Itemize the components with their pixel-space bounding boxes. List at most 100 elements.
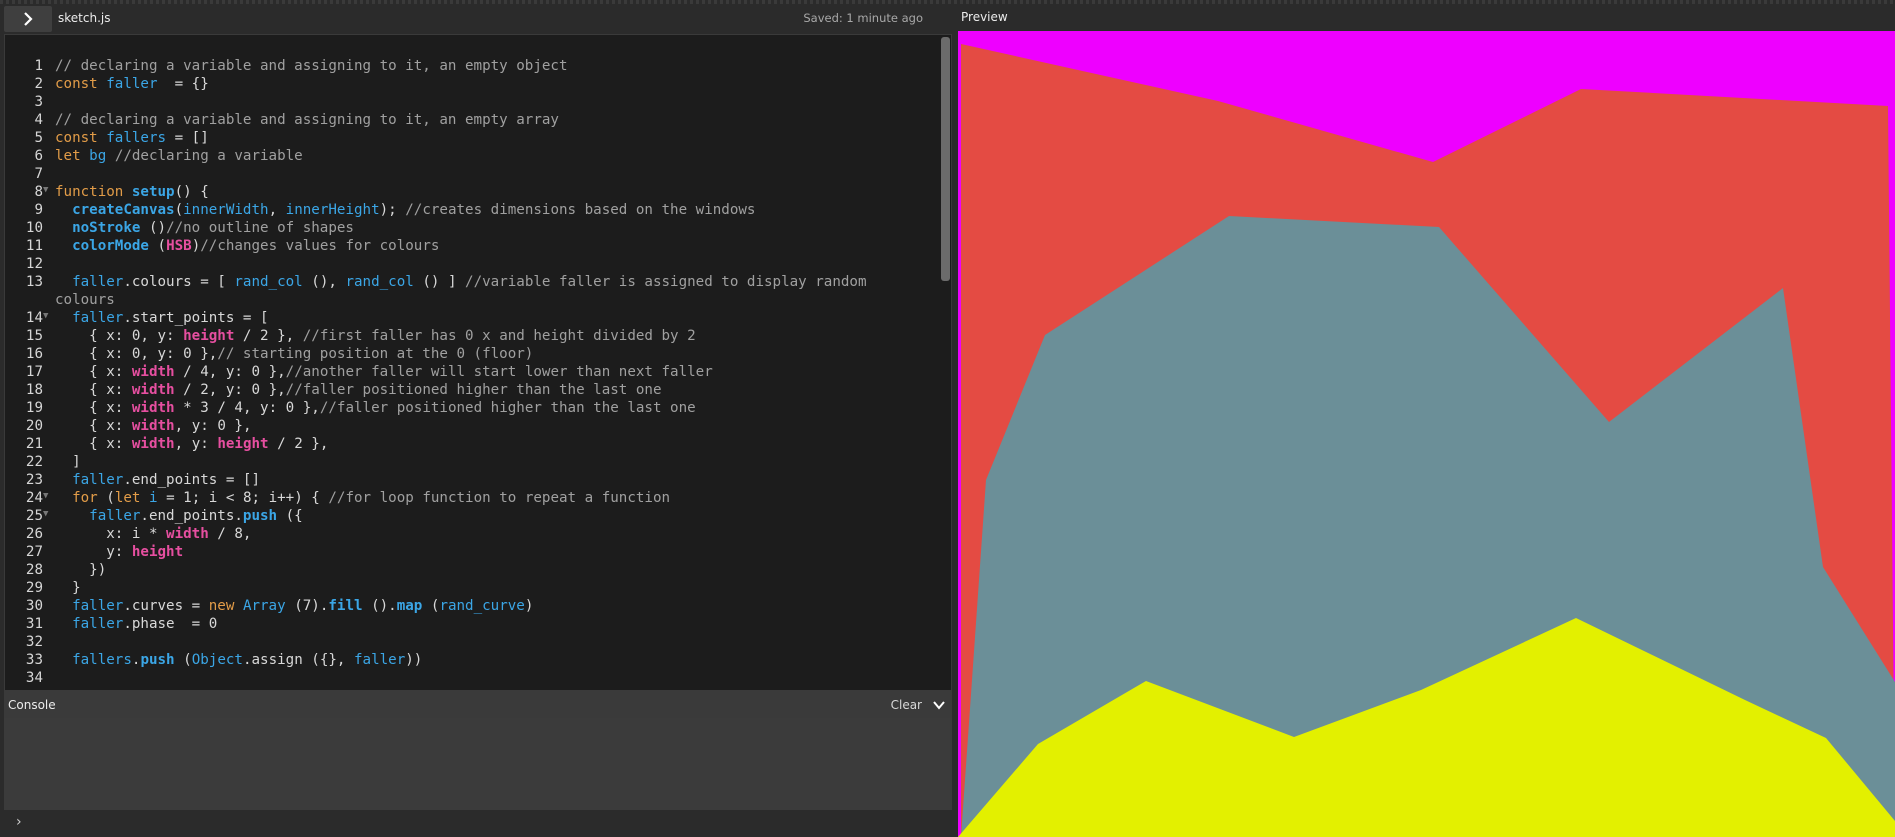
code-text: colorMode (HSB)//changes values for colo…: [72, 238, 440, 254]
code-text: const faller = {}: [55, 76, 209, 92]
code-line: 20 { x: width, y: 0 },: [5, 417, 935, 435]
code-line: 28 }): [5, 561, 935, 579]
code-line: 25 ▼ faller.end_points.push ({: [5, 507, 935, 525]
line-number: 5: [34, 130, 43, 146]
code-line: 26 x: i * width / 8,: [5, 525, 935, 543]
line-number: 24: [25, 490, 43, 506]
editor-scrollbar[interactable]: [941, 37, 950, 281]
code-text: ]: [55, 454, 81, 470]
line-number: 13: [25, 274, 43, 290]
code-text: }: [55, 580, 81, 596]
line-number: 21: [25, 436, 43, 452]
line-number: 14: [25, 310, 43, 326]
expand-sidebar-button[interactable]: [4, 6, 52, 32]
code-text: faller.colours = [ rand_col (), rand_col…: [55, 274, 876, 308]
line-number: 25: [25, 508, 43, 524]
line-number: 16: [25, 346, 43, 362]
line-number: 17: [25, 364, 43, 380]
code-text: x: i * width / 8,: [55, 526, 252, 542]
code-text: faller.end_points = []: [72, 472, 261, 488]
console-input-prompt[interactable]: ›: [16, 814, 22, 830]
code-editor[interactable]: 1 // declaring a variable and assigning t…: [4, 34, 952, 691]
code-line: 23 faller.end_points = []: [5, 471, 935, 489]
code-line: 1 // declaring a variable and assigning t…: [5, 57, 935, 75]
fold-arrow-icon[interactable]: ▼: [43, 489, 55, 507]
code-line: 30 faller.curves = new Array (7).fill ()…: [5, 597, 935, 615]
code-text: // declaring a variable and assigning to…: [55, 58, 568, 74]
code-text: }): [55, 562, 107, 578]
line-number: 31: [25, 616, 43, 632]
code-line: 29 }: [5, 579, 935, 597]
code-line: 18 { x: width / 2, y: 0 },//faller posit…: [5, 381, 935, 399]
line-number: 26: [25, 526, 43, 542]
fold-arrow-icon[interactable]: ▼: [43, 183, 55, 201]
code-line: 9 createCanvas(innerWidth, innerHeight);…: [5, 201, 935, 219]
code-text: function setup() {: [55, 184, 209, 200]
save-status: Saved: 1 minute ago: [803, 11, 923, 25]
line-number: 18: [25, 382, 43, 398]
fold-arrow-icon[interactable]: ▼: [43, 507, 55, 525]
line-number: 29: [25, 580, 43, 596]
code-line: 8 ▼ function setup() {: [5, 183, 935, 201]
code-line: 33 fallers.push (Object.assign ({}, fall…: [5, 651, 935, 669]
console-header: Console Clear: [4, 691, 952, 718]
code-text: faller.start_points = [: [72, 310, 269, 326]
code-line: 27 y: height: [5, 543, 935, 561]
code-text: { x: width, y: 0 },: [55, 418, 252, 434]
file-name[interactable]: sketch.js: [58, 11, 110, 25]
line-number: 19: [25, 400, 43, 416]
code-lines[interactable]: 1 // declaring a variable and assigning t…: [5, 57, 935, 687]
code-line: 24 ▼ for (let i = 1; i < 8; i++) { //for …: [5, 489, 935, 507]
code-text: { x: width / 4, y: 0 },//another faller …: [55, 364, 713, 380]
line-number: 9: [34, 202, 43, 218]
code-text: createCanvas(innerWidth, innerHeight); /…: [72, 202, 756, 218]
code-text: { x: 0, y: 0 },// starting position at t…: [55, 346, 534, 362]
chevron-down-icon[interactable]: [932, 698, 946, 712]
code-line: 7: [5, 165, 935, 183]
line-number: 23: [25, 472, 43, 488]
chevron-right-icon: [24, 12, 33, 26]
clear-console-button[interactable]: Clear: [891, 698, 922, 712]
code-text: fallers.push (Object.assign ({}, faller)…: [72, 652, 423, 668]
code-text: for (let i = 1; i < 8; i++) { //for loop…: [72, 490, 671, 506]
code-text: faller.phase = 0: [72, 616, 218, 632]
console-title: Console: [8, 698, 56, 712]
console-output: [4, 718, 952, 810]
code-line: 14 ▼ faller.start_points = [: [5, 309, 935, 327]
line-number: 3: [34, 94, 43, 110]
code-text: { x: width * 3 / 4, y: 0 },//faller posi…: [55, 400, 696, 416]
code-text: let bg //declaring a variable: [55, 148, 303, 164]
code-line: 11 colorMode (HSB)//changes values for c…: [5, 237, 935, 255]
code-line: 3: [5, 93, 935, 111]
line-number: 7: [34, 166, 43, 182]
code-text: { x: width / 2, y: 0 },//faller position…: [55, 382, 662, 398]
line-number: 6: [34, 148, 43, 164]
code-text: faller.curves = new Array (7).fill ().ma…: [72, 598, 534, 614]
code-text: const fallers = []: [55, 130, 209, 146]
line-number: 33: [25, 652, 43, 668]
preview-title: Preview: [961, 10, 1008, 24]
sketch-canvas[interactable]: [958, 31, 1895, 837]
line-number: 28: [25, 562, 43, 578]
code-line: 10 noStroke ()//no outline of shapes: [5, 219, 935, 237]
fold-arrow-icon[interactable]: ▼: [43, 309, 55, 327]
line-number: 12: [25, 256, 43, 272]
editor-header: sketch.js Saved: 1 minute ago: [0, 4, 954, 33]
line-number: 1: [34, 58, 43, 74]
code-line: 22 ]: [5, 453, 935, 471]
code-text: faller.end_points.push ({: [89, 508, 303, 524]
line-number: 15: [25, 328, 43, 344]
code-text: y: height: [55, 544, 184, 560]
code-line: 32: [5, 633, 935, 651]
code-line: 16 { x: 0, y: 0 },// starting position a…: [5, 345, 935, 363]
line-number: 30: [25, 598, 43, 614]
code-line: 4 // declaring a variable and assigning t…: [5, 111, 935, 129]
line-number: 22: [25, 454, 43, 470]
code-line: 6 let bg //declaring a variable: [5, 147, 935, 165]
line-number: 4: [34, 112, 43, 128]
